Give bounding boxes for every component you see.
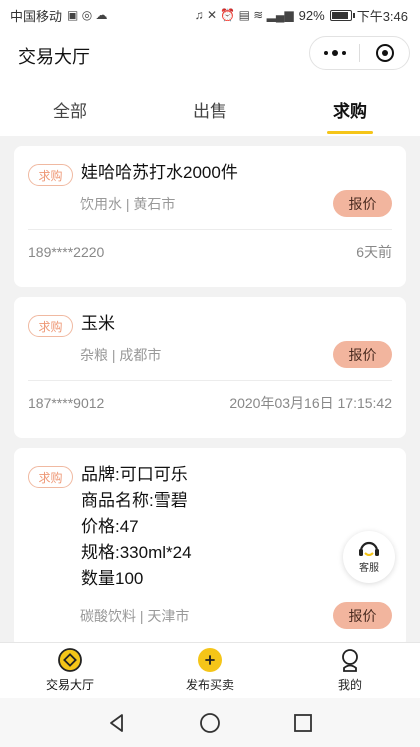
item-title: 品牌:可口可乐 商品名称:雪碧 价格:47 规格:330ml*24 数量100 [81, 465, 192, 588]
system-icons: ♫ ✕ ⏰ ▤ ≋ ▂▄▆ [194, 8, 294, 22]
status-bar: 中国移动 ▣ ◎ ☁ ♫ ✕ ⏰ ▤ ≋ ▂▄▆ 92% 下午3:46 [0, 0, 420, 30]
service-label: 客服 [359, 563, 379, 574]
back-button[interactable] [102, 708, 132, 738]
contact-phone: 189****2220 [28, 244, 105, 260]
miniprogram-capsule [309, 36, 410, 70]
home-circle-icon [200, 712, 220, 733]
hall-icon [58, 648, 82, 672]
headset-icon [359, 541, 379, 556]
customer-service-button[interactable]: 客服 [343, 531, 395, 583]
user-icon [338, 648, 362, 672]
notification-icons: ▣ ◎ ☁ [67, 8, 108, 22]
contact-phone: 187****9012 [28, 395, 105, 411]
back-triangle-icon [109, 713, 123, 732]
carrier-label: 中国移动 [10, 8, 63, 24]
item-title: 娃哈哈苏打水2000件 [81, 163, 238, 182]
tab-buy[interactable]: 求购 [280, 82, 420, 136]
close-miniprogram-button[interactable] [360, 44, 409, 62]
item-category-location: 碳酸饮料 | 天津市 [80, 607, 190, 624]
battery-percent: 92% [298, 7, 325, 23]
tabbar-item-mine[interactable]: 我的 [280, 643, 420, 698]
system-nav-bar [0, 698, 420, 747]
quote-button[interactable]: 报价 [333, 602, 392, 629]
buy-tag: 求购 [28, 315, 73, 337]
tabbar-item-publish[interactable]: 发布买卖 [140, 643, 280, 698]
buy-tag: 求购 [28, 164, 73, 186]
clock: 下午3:46 [356, 8, 408, 24]
list-item[interactable]: 求购 玉米 杂粮 | 成都市 报价 187****9012 2020年03月16… [14, 297, 406, 438]
tab-all[interactable]: 全部 [0, 82, 140, 136]
trade-list: 求购 娃哈哈苏打水2000件 饮用水 | 黄石市 报价 189****2220 … [14, 146, 406, 658]
item-title: 玉米 [81, 314, 115, 333]
quote-button[interactable]: 报价 [333, 190, 392, 217]
bottom-tab-bar: 交易大厅 发布买卖 我的 [0, 642, 420, 698]
target-icon [375, 44, 394, 62]
home-button[interactable] [195, 708, 225, 738]
recents-square-icon [294, 713, 313, 732]
post-time: 2020年03月16日 17:15:42 [229, 395, 392, 411]
plus-icon [198, 648, 222, 672]
buy-tag: 求购 [28, 466, 73, 488]
page-title: 交易大厅 [18, 47, 90, 67]
post-time: 6天前 [356, 244, 392, 260]
item-category-location: 饮用水 | 黄石市 [80, 195, 176, 212]
category-tabs: 全部 出售 求购 [0, 82, 420, 136]
item-category-location: 杂粮 | 成都市 [80, 346, 162, 363]
recents-button[interactable] [288, 708, 318, 738]
list-item[interactable]: 求购 娃哈哈苏打水2000件 饮用水 | 黄石市 报价 189****2220 … [14, 146, 406, 287]
title-bar: 交易大厅 [0, 30, 420, 82]
tab-sell[interactable]: 出售 [140, 82, 280, 136]
quote-button[interactable]: 报价 [333, 341, 392, 368]
battery-icon [329, 9, 355, 21]
more-menu-button[interactable] [310, 50, 359, 56]
tabbar-item-hall[interactable]: 交易大厅 [0, 643, 140, 698]
